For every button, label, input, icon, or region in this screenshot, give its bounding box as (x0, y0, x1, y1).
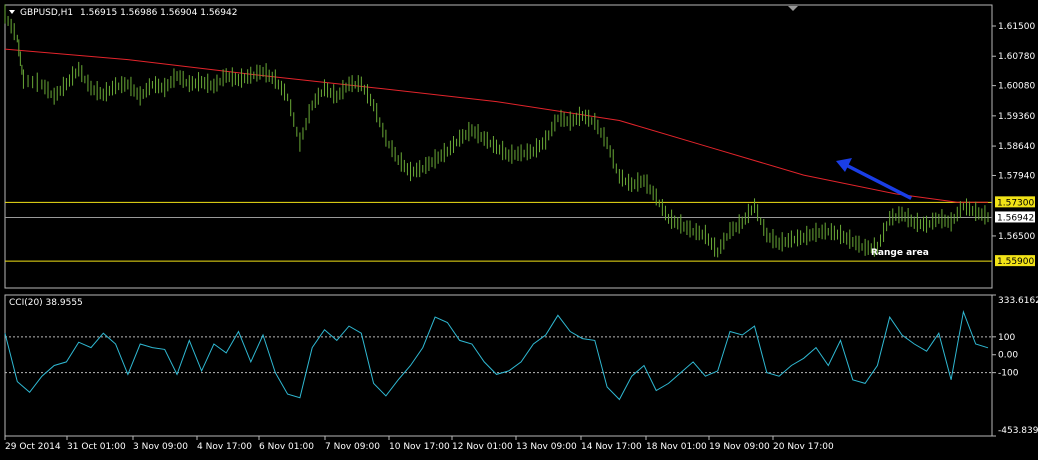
time-axis-label: 19 Nov 09:00 (709, 442, 770, 452)
time-axis-label: 12 Nov 01:00 (452, 442, 513, 452)
dropdown-triangle-icon[interactable] (9, 10, 15, 14)
range-area-label: Range area (871, 248, 929, 258)
moving-average-line (4, 48, 988, 203)
price-axis-label: 1.60080 (998, 82, 1035, 92)
price-axis-label: 1.57940 (998, 171, 1035, 181)
time-axis-label: 20 Nov 17:00 (773, 442, 834, 452)
price-axis-label: 1.58640 (998, 142, 1035, 152)
price-axis-label: 1.59360 (998, 112, 1035, 122)
cci-axis-label: -453.8393 (998, 426, 1038, 436)
price-marker-label: 1.56942 (997, 213, 1034, 223)
time-axis-label: 7 Nov 09:00 (325, 442, 380, 452)
trend-arrow (843, 162, 912, 200)
time-axis-label: 14 Nov 17:00 (581, 442, 642, 452)
price-panel-frame (4, 4, 993, 289)
chart-shift-marker-icon[interactable] (788, 6, 798, 11)
time-axis-label: 3 Nov 09:00 (133, 442, 188, 452)
cci-axis-label: 333.6162 (998, 296, 1038, 306)
cci-indicator-title: CCI(20) 38.9555 (9, 298, 83, 308)
cci-axis-label: 100 (998, 333, 1015, 343)
time-axis-label: 13 Nov 09:00 (516, 442, 577, 452)
price-axis-label: 1.56500 (998, 232, 1035, 242)
price-chart-window[interactable]: GBPUSD,H1 1.56915 1.56986 1.56904 1.56942… (0, 0, 1038, 456)
price-marker-label: 1.55900 (997, 257, 1034, 267)
cci-line (4, 309, 989, 401)
cci-panel-frame (4, 294, 993, 437)
price-axis-label: 1.61500 (998, 22, 1035, 32)
ohlc-readout: 1.56915 1.56986 1.56904 1.56942 (80, 8, 237, 18)
price-marker-label: 1.57300 (997, 198, 1034, 208)
time-axis-label: 31 Oct 01:00 (67, 442, 126, 452)
time-axis-label: 18 Nov 01:00 (646, 442, 707, 452)
cci-axis-label: 0.00 (998, 351, 1018, 361)
price-axis-label: 1.60780 (998, 52, 1035, 62)
chart-symbol-title: GBPUSD,H1 (20, 8, 73, 18)
time-axis-label: 10 Nov 17:00 (389, 442, 450, 452)
time-axis-label: 29 Oct 2014 (5, 442, 61, 452)
time-axis-label: 4 Nov 17:00 (197, 442, 252, 452)
cci-axis-label: -100 (998, 369, 1019, 379)
chart-svg[interactable]: GBPUSD,H1 1.56915 1.56986 1.56904 1.56942… (0, 0, 1038, 456)
time-axis-label: 6 Nov 01:00 (259, 442, 314, 452)
